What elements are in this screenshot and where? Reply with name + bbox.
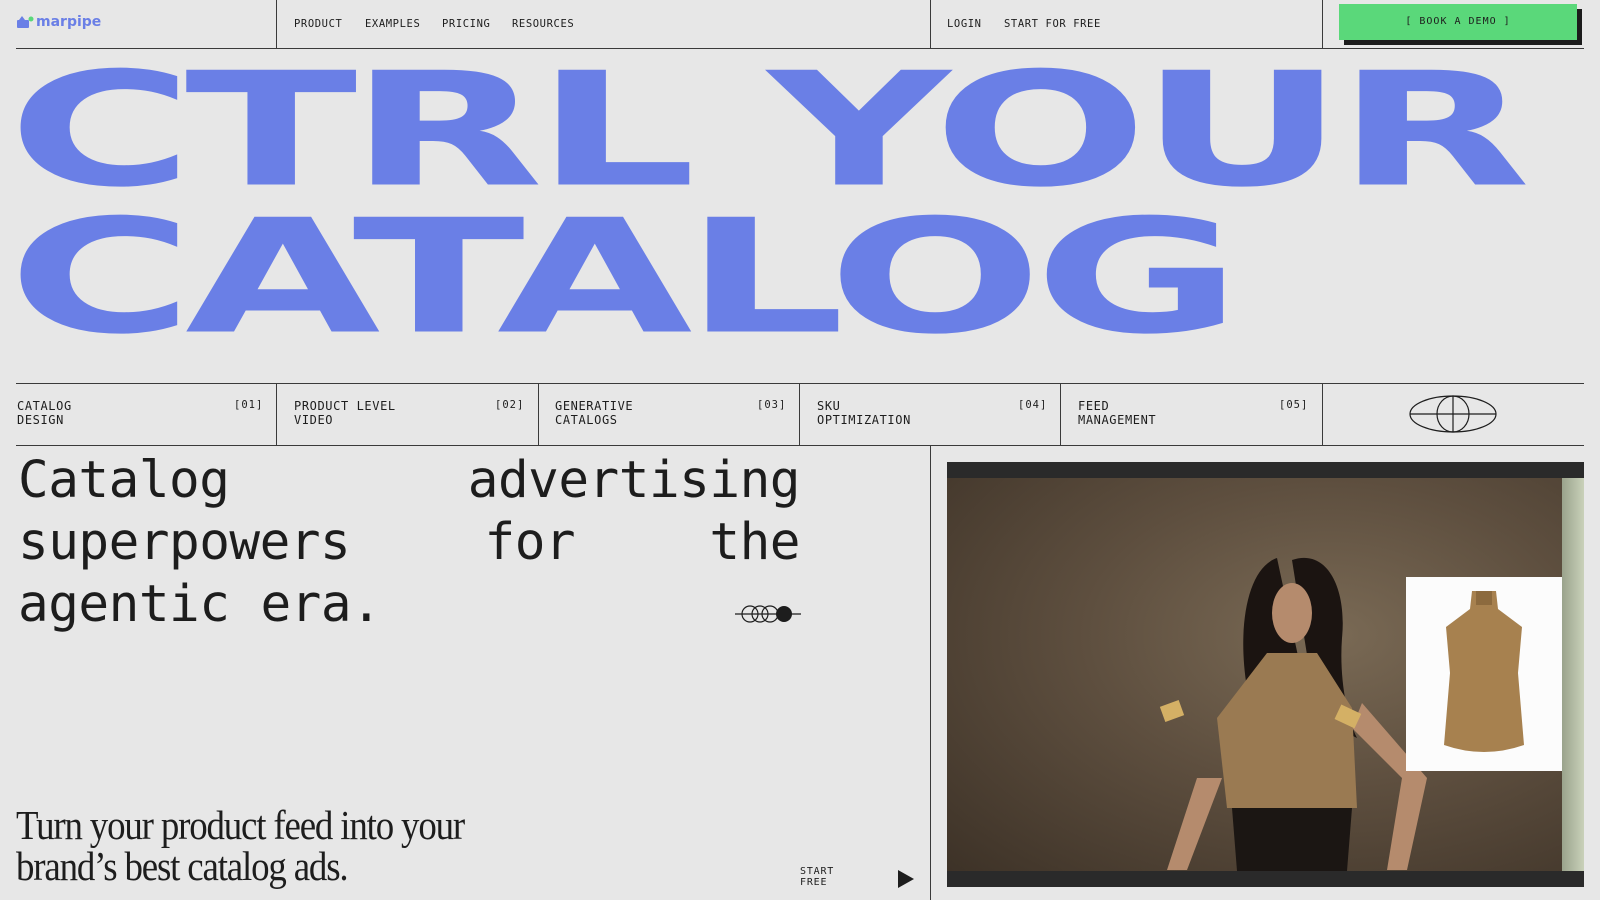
tagline-word: advertising — [467, 451, 801, 510]
tagline-word: agentic — [18, 575, 230, 634]
features-top-rule — [16, 383, 1584, 384]
video-frame — [947, 478, 1584, 871]
feature-number: [01] — [234, 399, 264, 411]
feature-number: [03] — [757, 399, 787, 411]
feature-label: PRODUCT LEVEL — [294, 399, 396, 413]
subline-text: Turn your product feed into your — [16, 802, 465, 848]
nav-login[interactable]: LOGIN — [947, 18, 982, 30]
feature-label: CATALOG — [17, 399, 72, 413]
logo-icon — [17, 16, 34, 28]
cta-label: START — [800, 866, 835, 877]
tagline-row: superpowers for the — [18, 512, 800, 574]
feature-label: CATALOGS — [555, 412, 618, 427]
content-divider — [930, 445, 931, 900]
product-image — [1444, 591, 1524, 752]
feature-divider — [1060, 383, 1061, 446]
globe-icon — [1409, 395, 1497, 433]
tagline-word: Catalog — [18, 451, 230, 510]
product-card — [1406, 577, 1562, 771]
feature-label: DESIGN — [17, 412, 64, 427]
start-free-cta[interactable]: START FREE — [800, 866, 834, 888]
feature-number: [05] — [1279, 399, 1309, 411]
product-video[interactable] — [947, 462, 1584, 887]
feature-label: MANAGEMENT — [1078, 412, 1157, 427]
feature-number: [02] — [495, 399, 525, 411]
book-demo-label: [ BOOK A DEMO ] — [1405, 16, 1511, 27]
play-arrow-icon[interactable] — [896, 869, 916, 889]
feature-divider — [1322, 383, 1323, 446]
hero-subline: Turn your product feed into your brand’s… — [16, 802, 465, 889]
feature-catalog-design[interactable]: CATALOG DESIGN — [17, 399, 72, 427]
feature-divider — [276, 383, 277, 446]
feature-sku-optimization[interactable]: SKU OPTIMIZATION — [817, 399, 911, 427]
subline-text: brand’s best catalog ads. — [16, 843, 349, 889]
feature-label: FEED — [1078, 399, 1110, 413]
feature-product-level-video[interactable]: PRODUCT LEVEL VIDEO — [294, 399, 396, 427]
tagline-row: Catalog advertising — [18, 450, 801, 512]
feature-feed-management[interactable]: FEED MANAGEMENT — [1078, 399, 1157, 427]
brand-logo[interactable]: marpipe — [16, 14, 101, 30]
brand-name: marpipe — [36, 14, 102, 30]
nav-pricing[interactable]: PRICING — [442, 18, 490, 30]
cta-label: FREE — [800, 877, 828, 888]
feature-generative-catalogs[interactable]: GENERATIVE CATALOGS — [555, 399, 634, 427]
feature-number: [04] — [1018, 399, 1048, 411]
feature-divider — [538, 383, 539, 446]
nav-examples[interactable]: EXAMPLES — [365, 18, 420, 30]
features-bottom-rule — [16, 445, 1584, 446]
tagline-word: era. — [260, 575, 382, 634]
tagline-word: for — [484, 513, 576, 572]
book-demo-button[interactable]: [ BOOK A DEMO ] — [1339, 4, 1577, 40]
feature-label: SKU — [817, 399, 841, 413]
nav-resources[interactable]: RESOURCES — [512, 18, 574, 30]
feature-label: OPTIMIZATION — [817, 412, 911, 427]
feature-divider — [799, 383, 800, 446]
feature-label: VIDEO — [294, 412, 334, 427]
tagline-word: the — [709, 513, 800, 572]
circles-icon — [735, 605, 801, 623]
nav-product[interactable]: PRODUCT — [294, 18, 342, 30]
tagline-word: superpowers — [18, 513, 351, 572]
tagline-row: agentic era. — [18, 574, 382, 636]
nav-start-for-free[interactable]: START FOR FREE — [1004, 18, 1101, 30]
feature-label: GENERATIVE — [555, 399, 634, 413]
hero-headline-line2: CATALOG — [8, 186, 1242, 370]
